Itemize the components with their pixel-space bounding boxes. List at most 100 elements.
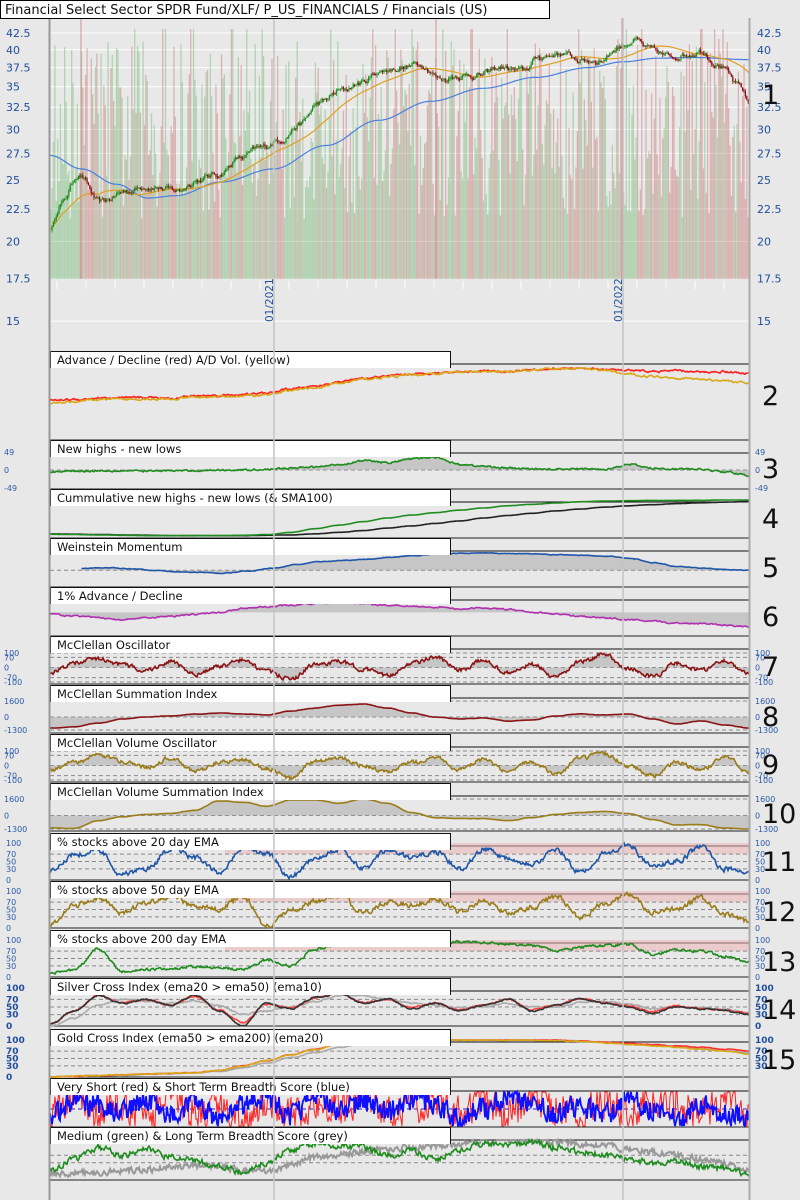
- volume-bar: [363, 112, 366, 279]
- volume-bar: [639, 189, 642, 279]
- volume-bar: [268, 183, 270, 279]
- volume-bar: [580, 49, 583, 279]
- panel-number: 7: [762, 652, 779, 683]
- volume-bar: [466, 70, 468, 280]
- volume-bar: [412, 46, 415, 280]
- candle-body: [195, 180, 197, 182]
- candle-body: [233, 160, 235, 163]
- volume-bar: [664, 96, 667, 280]
- volume-bar: [68, 170, 70, 279]
- candle-body: [487, 69, 489, 72]
- volume-bar: [367, 141, 370, 279]
- candle-body: [431, 72, 433, 74]
- candle-body: [726, 67, 728, 69]
- volume-bar: [429, 93, 431, 280]
- candle-body: [740, 83, 742, 88]
- volume-bar: [586, 145, 588, 279]
- candle-body: [743, 90, 745, 92]
- volume-bar: [530, 60, 532, 279]
- candle-body: [248, 151, 251, 153]
- volume-bar: [737, 71, 740, 279]
- volume-bar: [573, 208, 576, 279]
- volume-bar: [704, 82, 706, 279]
- candle-body: [491, 69, 493, 71]
- candle-body: [78, 175, 80, 179]
- volume-bar: [443, 215, 445, 279]
- volume-bar: [104, 105, 106, 279]
- volume-bar: [692, 153, 695, 279]
- volume-bar: [408, 83, 410, 280]
- candle-body: [509, 68, 511, 70]
- candle-body: [283, 142, 286, 144]
- volume-bar: [643, 208, 646, 279]
- volume-bar: [401, 59, 403, 280]
- y-tick-left: 0: [6, 876, 11, 885]
- y-tick-left: 100: [6, 887, 21, 896]
- volume-bar: [177, 197, 179, 279]
- y-tick-left: 30: [6, 865, 16, 874]
- panel-3: New highs - new lows490-49490-493: [4, 440, 779, 493]
- candle-body: [631, 42, 633, 44]
- volume-bar: [314, 62, 317, 279]
- volume-bar: [534, 43, 536, 280]
- candle-body: [369, 76, 371, 78]
- candle-body: [744, 91, 747, 97]
- volume-bar: [403, 106, 405, 279]
- volume-bar: [349, 131, 352, 279]
- candle-body: [565, 52, 567, 54]
- volume-bar: [76, 103, 78, 279]
- volume-bar: [477, 72, 479, 279]
- volume-bar: [431, 68, 433, 279]
- candle-body: [676, 59, 678, 61]
- volume-bar: [415, 49, 417, 279]
- candle-body: [422, 67, 424, 70]
- volume-bar: [575, 167, 577, 279]
- volume-bar: [716, 137, 719, 279]
- price-tick-left: 22.5: [6, 203, 31, 216]
- candle-body: [499, 67, 501, 69]
- volume-bar: [236, 172, 238, 279]
- candle-body: [387, 71, 389, 73]
- candle-body: [289, 133, 291, 136]
- volume-bar: [163, 142, 165, 279]
- y-tick-left: 0: [6, 1022, 12, 1032]
- volume-bar: [736, 124, 738, 279]
- candle-body: [484, 71, 486, 74]
- volume-bar: [253, 164, 255, 279]
- panel-title: Cummulative new highs - new lows (& SMA1…: [57, 491, 333, 505]
- volume-bar: [512, 115, 514, 279]
- volume-bar: [384, 150, 387, 279]
- volume-bar: [208, 209, 210, 279]
- candle-body: [610, 53, 612, 55]
- candle-body: [268, 147, 270, 149]
- volume-bar: [297, 139, 300, 279]
- volume-bar: [414, 164, 416, 279]
- candle-body: [260, 145, 262, 147]
- candle-body: [304, 117, 307, 119]
- candle-body: [590, 61, 593, 63]
- volume-bar: [593, 48, 595, 280]
- volume-bar: [720, 76, 723, 279]
- candle-body: [674, 57, 677, 60]
- candle-body: [167, 186, 169, 188]
- candle-body: [684, 55, 686, 57]
- volume-bar: [325, 188, 328, 279]
- volume-bar: [614, 188, 616, 279]
- volume-bar: [89, 185, 91, 279]
- volume-bar: [711, 111, 713, 279]
- candle-body: [323, 99, 325, 101]
- candle-body: [741, 87, 744, 91]
- candle-body: [414, 62, 416, 64]
- volume-bar: [394, 29, 396, 279]
- volume-bar: [615, 66, 618, 279]
- candle-body: [250, 148, 252, 152]
- candle-body: [237, 156, 240, 159]
- volume-bar: [255, 195, 258, 279]
- volume-bar: [597, 210, 600, 279]
- candle-body: [480, 74, 482, 76]
- candle-body: [285, 138, 287, 143]
- volume-bar: [211, 96, 213, 280]
- volume-bar: [293, 196, 296, 279]
- volume-bar: [741, 96, 744, 280]
- candle-body: [648, 45, 650, 47]
